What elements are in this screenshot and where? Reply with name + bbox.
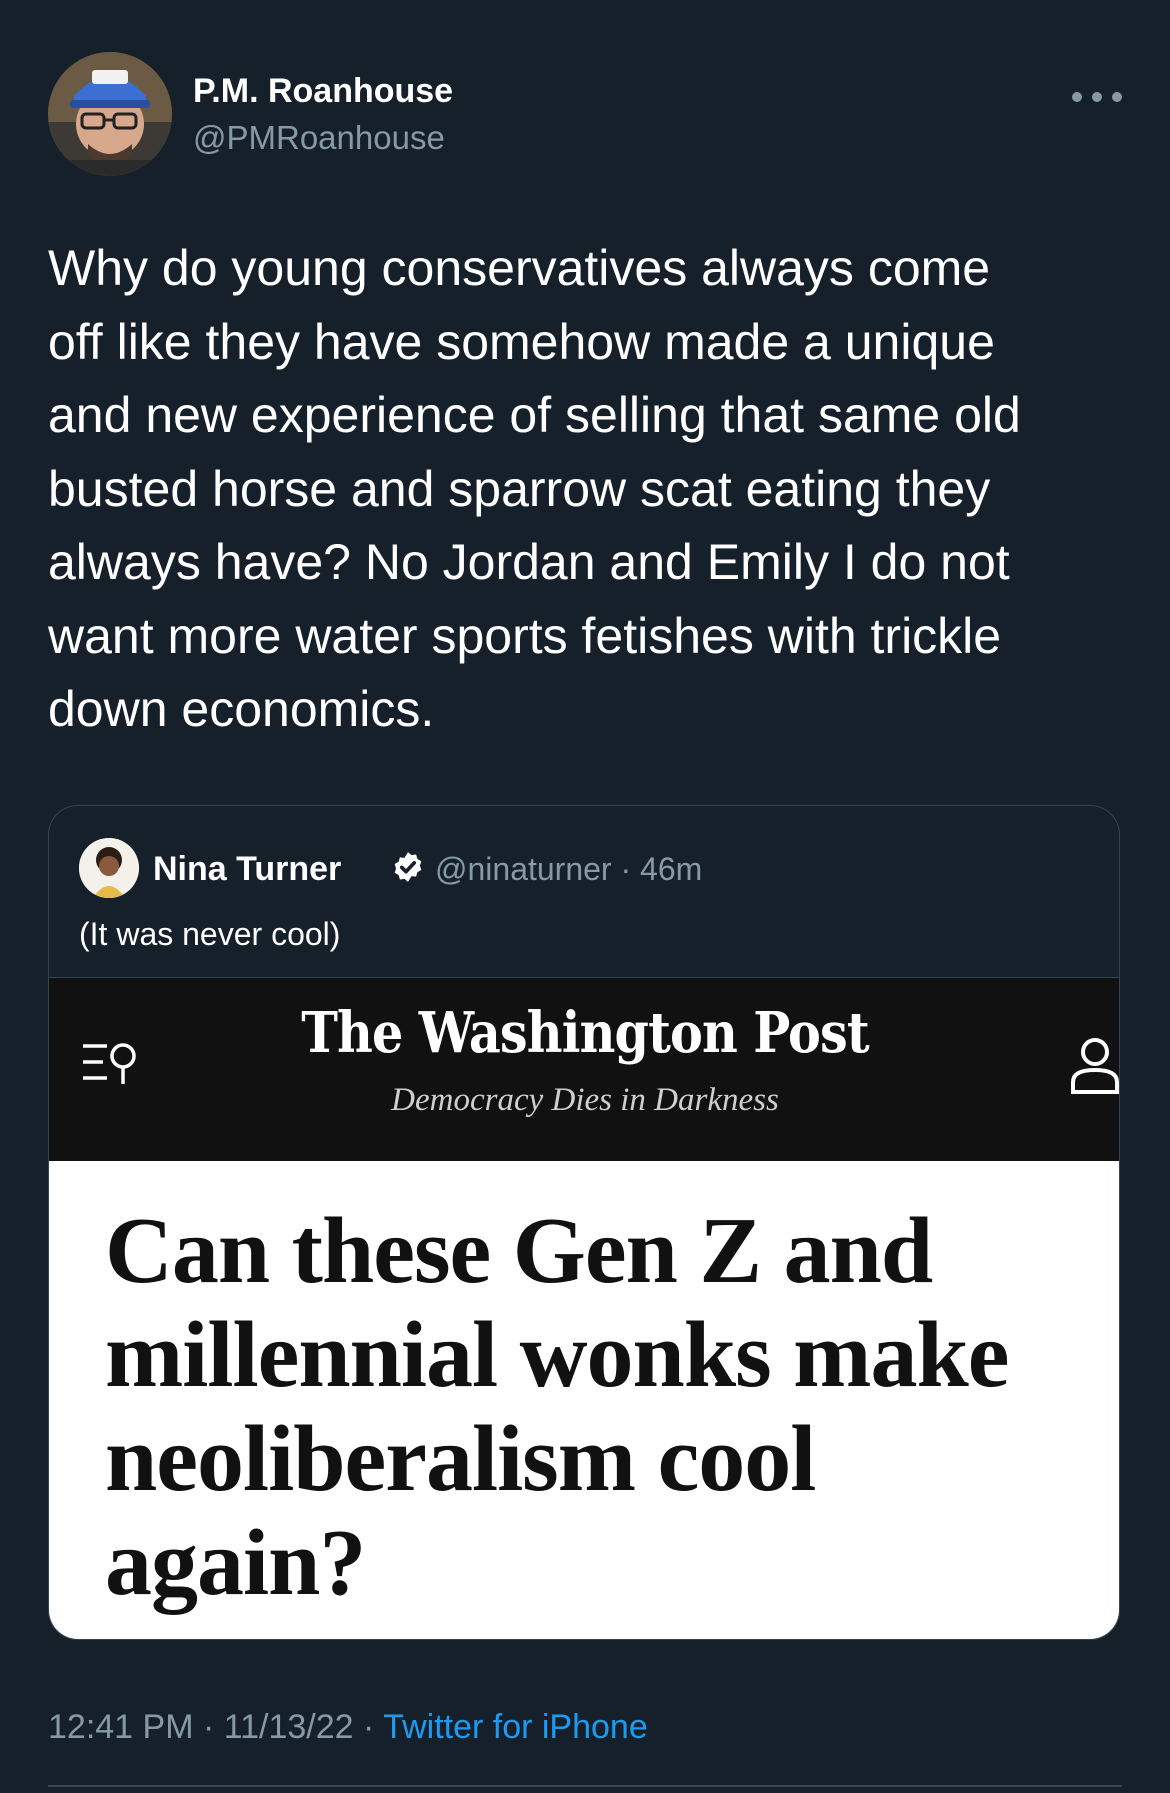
verified-badge-icon <box>394 852 422 882</box>
tweet-source-link[interactable]: Twitter for iPhone <box>383 1708 648 1746</box>
quoted-tweet[interactable]: Nina Turner @ninaturner · 46m (It was ne… <box>48 805 1120 1640</box>
wp-header-bar: The Washington Post Democracy Dies in Da… <box>49 978 1119 1161</box>
quoted-author-avatar <box>79 838 139 898</box>
quoted-author-handle: @ninaturner <box>435 851 612 887</box>
divider <box>48 1785 1122 1787</box>
author-avatar[interactable] <box>48 52 172 176</box>
tweet-text: Why do young conservatives always come o… <box>48 240 1021 737</box>
quoted-handle-time: @ninaturner · 46m <box>435 851 703 887</box>
wp-masthead: The Washington Post <box>301 1000 869 1066</box>
author-name[interactable]: P.M. Roanhouse <box>193 72 453 111</box>
wp-headline: Can these Gen Z and millennial wonks mak… <box>105 1199 1010 1615</box>
quoted-tweet-header: Nina Turner @ninaturner · 46m <box>79 838 1079 898</box>
tweet-meta: 12:41 PM · 11/13/22 · Twitter for iPhone <box>48 1708 648 1746</box>
tweet-header: P.M. Roanhouse @PMRoanhouse <box>48 52 1122 178</box>
wp-tagline: Democracy Dies in Darkness <box>391 1082 779 1118</box>
more-icon[interactable] <box>1072 78 1122 118</box>
quoted-tweet-time: 46m <box>640 851 703 887</box>
quoted-tweet-image[interactable]: The Washington Post Democracy Dies in Da… <box>49 977 1119 1639</box>
quoted-author-name: Nina Turner <box>153 850 342 888</box>
tweet-date: 11/13/22 <box>223 1708 354 1746</box>
quoted-tweet-text: (It was never cool) <box>79 916 341 952</box>
author-handle[interactable]: @PMRoanhouse <box>193 119 445 157</box>
user-icon <box>1071 1038 1119 1094</box>
tweet-time: 12:41 PM <box>48 1708 194 1746</box>
tweet-detail: P.M. Roanhouse @PMRoanhouse Why do young… <box>0 0 1170 1793</box>
wp-article: Can these Gen Z and millennial wonks mak… <box>49 1161 1119 1639</box>
